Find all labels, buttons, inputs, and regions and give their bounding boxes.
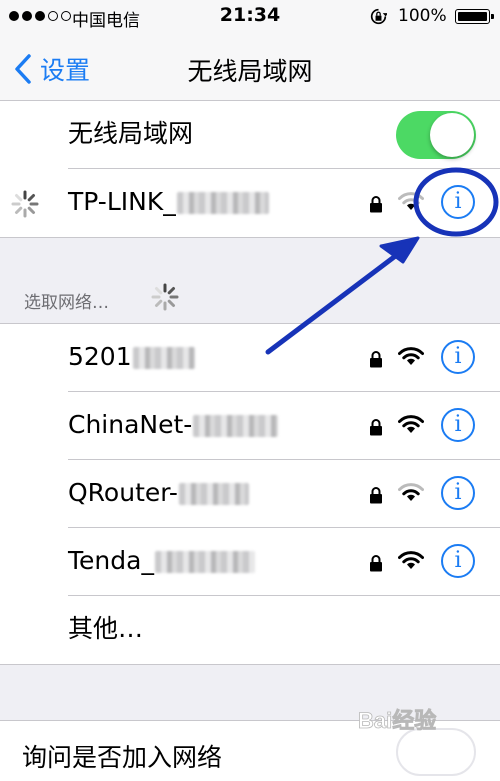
page-title: 无线局域网 bbox=[187, 57, 313, 86]
info-button[interactable]: i bbox=[441, 544, 475, 578]
navigation-bar: 设置 无线局域网 bbox=[0, 34, 500, 101]
redacted-text bbox=[132, 347, 195, 369]
lock-icon bbox=[370, 419, 382, 436]
info-button[interactable]: i bbox=[441, 476, 475, 510]
other-network-label: 其他… bbox=[68, 614, 144, 643]
wifi-signal-icon bbox=[398, 551, 424, 569]
wifi-toggle-row: 无线局域网 bbox=[0, 101, 500, 169]
status-bar: 中国电信 21:34 100% bbox=[0, 0, 500, 34]
wifi-signal-icon bbox=[398, 347, 424, 365]
network-list: 5201 i ChinaNet- i QRouter- i Tenda_ i 其… bbox=[0, 323, 500, 665]
wifi-toggle-switch[interactable] bbox=[396, 111, 476, 159]
wifi-toggle-label: 无线局域网 bbox=[68, 119, 194, 148]
loading-spinner-icon bbox=[11, 190, 39, 218]
wifi-group: 无线局域网 TP-LINK_ i bbox=[0, 100, 500, 238]
battery-percent: 100% bbox=[398, 6, 447, 26]
lock-icon bbox=[370, 555, 382, 572]
lock-icon bbox=[370, 487, 382, 504]
lock-icon bbox=[370, 196, 382, 213]
network-row[interactable]: Tenda_ i bbox=[0, 528, 500, 596]
wifi-signal-icon bbox=[398, 483, 424, 501]
ask-to-join-label: 询问是否加入网络 bbox=[22, 743, 223, 772]
network-row[interactable]: 5201 i bbox=[0, 324, 500, 392]
network-name: 5201 bbox=[68, 342, 195, 372]
info-button[interactable]: i bbox=[441, 185, 475, 219]
network-row[interactable]: ChinaNet- i bbox=[0, 392, 500, 460]
scanning-spinner-icon bbox=[151, 283, 179, 311]
pointer-arrow-head bbox=[379, 236, 420, 264]
baidu-jingyan-watermark: Bai经验 bbox=[358, 708, 437, 734]
wifi-signal-icon bbox=[398, 415, 424, 433]
network-name: ChinaNet- bbox=[68, 410, 279, 440]
info-button[interactable]: i bbox=[441, 408, 475, 442]
redacted-text bbox=[178, 483, 249, 505]
redacted-text bbox=[176, 192, 269, 214]
redacted-text bbox=[154, 551, 255, 573]
network-name: Tenda_ bbox=[68, 546, 255, 576]
network-name: TP-LINK_ bbox=[68, 187, 269, 217]
lock-icon bbox=[370, 351, 382, 368]
network-name: QRouter- bbox=[68, 478, 249, 508]
section-header: 选取网络… bbox=[24, 293, 109, 313]
wifi-signal-icon bbox=[398, 192, 424, 210]
network-row[interactable]: QRouter- i bbox=[0, 460, 500, 528]
info-button[interactable]: i bbox=[441, 340, 475, 374]
redacted-text bbox=[193, 415, 279, 437]
connected-network-row[interactable]: TP-LINK_ i bbox=[0, 169, 500, 237]
other-network-row[interactable]: 其他… bbox=[0, 596, 500, 664]
rotation-lock-icon bbox=[370, 8, 387, 25]
watermark-text: Bai经验 bbox=[358, 708, 436, 733]
battery-icon bbox=[455, 9, 494, 24]
